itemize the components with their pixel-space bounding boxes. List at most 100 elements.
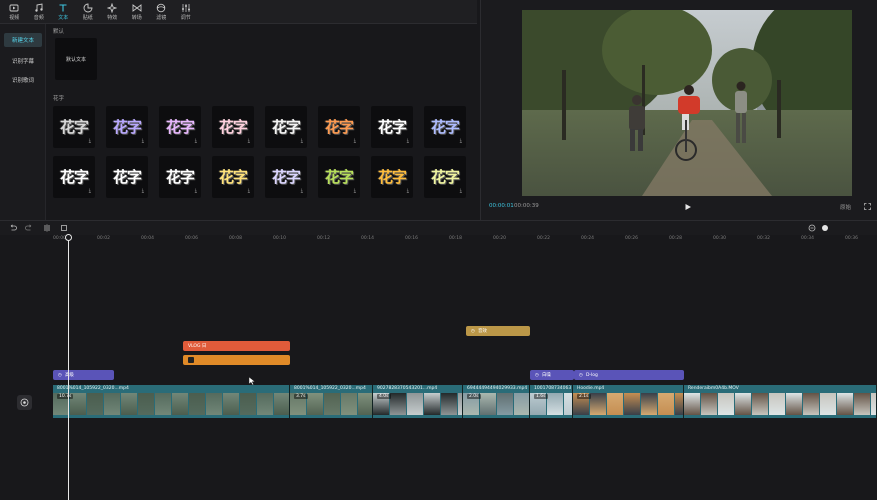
video-segment[interactable]: 8001%014_105922_0320...mp4 10.7s <box>53 385 290 418</box>
download-icon[interactable]: ⤓ <box>407 138 409 144</box>
fancy-text-sample: 花字 <box>430 167 460 186</box>
sticker-icon <box>83 3 93 13</box>
download-icon[interactable]: ⤓ <box>248 188 250 194</box>
toolbar-tab-audio[interactable]: 音频 <box>27 0 52 23</box>
toolbar-tab-text[interactable]: 文本 <box>51 0 76 23</box>
time-ruler[interactable]: 00:00 00:02 00:04 00:06 00:08 00:10 00:12 00:14… <box>0 235 877 245</box>
sidebar-item-recognize-subtitles[interactable]: 识别字幕 <box>4 54 42 68</box>
toolbar-tab-label: 视频 <box>9 15 20 21</box>
download-icon[interactable]: ⤓ <box>354 188 356 194</box>
ruler-tick: 00:24 <box>581 236 594 241</box>
filter-clip-3[interactable]: ◷ D-log <box>574 370 684 380</box>
fancy-text-tile[interactable]: 花字 ⤓ <box>371 156 413 198</box>
segment-filename: Renderaibm0A4b.MOV <box>688 386 739 391</box>
video-segment[interactable]: Renderaibm0A4b.MOV <box>684 385 877 418</box>
download-icon[interactable]: ⤓ <box>460 188 462 194</box>
download-icon[interactable]: ⤓ <box>195 138 197 144</box>
ruler-tick: 00:04 <box>141 236 154 241</box>
fancy-text-tile[interactable]: 花字 ⤓ <box>159 156 201 198</box>
video-preview[interactable] <box>522 10 852 196</box>
segment-thumbnails <box>684 393 876 415</box>
play-icon[interactable] <box>684 203 692 211</box>
toolbar-tab-label: 音频 <box>33 15 44 21</box>
top-toolbar: 视频 音频 文本 贴纸 特效 转场 滤镜 调节 <box>0 0 477 24</box>
video-segment[interactable]: 1001708734063 1.6s <box>530 385 573 418</box>
fancy-text-tile[interactable]: 花字 ⤓ <box>212 156 254 198</box>
fancy-text-tile[interactable]: 花字 ⤓ <box>371 106 413 148</box>
ruler-tick: 00:22 <box>537 236 550 241</box>
download-icon[interactable]: ⤓ <box>195 188 197 194</box>
video-segment[interactable]: 9027828370543201...mp4 4.0s <box>373 385 463 418</box>
segment-duration: 10.7s <box>57 394 74 399</box>
toolbar-tab-filter[interactable]: 滤镜 <box>149 0 174 23</box>
audio-effect-clip[interactable]: ◷ 音效 <box>466 326 530 336</box>
text-icon <box>59 4 67 12</box>
playhead[interactable] <box>68 235 69 500</box>
download-icon[interactable]: ⤓ <box>89 188 91 194</box>
fancy-text-tile[interactable]: 花字 ⤓ <box>318 106 360 148</box>
effects-icon <box>107 3 118 13</box>
download-icon[interactable]: ⤓ <box>301 138 303 144</box>
fancy-text-tile[interactable]: 花字 ⤓ <box>212 106 254 148</box>
fancy-text-tile[interactable]: 花字 ⤓ <box>53 106 95 148</box>
segment-filename: 9027828370543201...mp4 <box>377 386 438 391</box>
current-time: 00:00:01 <box>489 203 514 209</box>
park-scene-image <box>522 10 852 196</box>
fancy-text-tile[interactable]: 花字 ⤓ <box>265 106 307 148</box>
fancy-text-tile[interactable]: 花字 ⤓ <box>53 156 95 198</box>
fancy-text-tile[interactable]: 花字 ⤓ <box>424 106 466 148</box>
filter-clip-1[interactable]: ◷ 高级 <box>53 370 114 380</box>
default-text-tile[interactable]: 默认文本 <box>55 38 97 80</box>
fancy-text-tile[interactable]: 花字 ⤓ <box>265 156 307 198</box>
ruler-tick: 00:16 <box>405 236 418 241</box>
fullscreen-icon[interactable] <box>864 203 871 210</box>
fancy-text-tile[interactable]: 花字 ⤓ <box>106 156 148 198</box>
ruler-tick: 00:10 <box>273 236 286 241</box>
text-panel: 默认 默认文本 花字 花字 ⤓ 花字 ⤓ 花字 ⤓ 花字 ⤓ 花字 ⤓ 花字 ⤓ 花字 ⤓ 花字 ⤓ 花字 ⤓ 花字… <box>46 24 477 220</box>
fancy-text-grid: 花字 ⤓ 花字 ⤓ 花字 ⤓ 花字 ⤓ 花字 ⤓ 花字 ⤓ 花字 ⤓ 花字 ⤓ 花字 ⤓ 花字 ⤓ 花字 ⤓ 花字 ⤓ 花字 ⤓ 花… <box>53 106 466 198</box>
download-icon[interactable]: ⤓ <box>89 138 91 144</box>
fancy-text-tile[interactable]: 花字 ⤓ <box>159 106 201 148</box>
download-icon[interactable]: ⤓ <box>142 188 144 194</box>
clip-icon: ◷ <box>471 328 475 334</box>
toolbar-tab-transition[interactable]: 转场 <box>125 0 150 23</box>
main-video-track: 8001%014_105922_0320...mp4 10.7s 8001%014_… <box>53 385 877 418</box>
redo-icon[interactable] <box>25 224 33 232</box>
toolbar-tab-effects[interactable]: 特效 <box>100 0 125 23</box>
sticker-clip[interactable] <box>183 355 290 365</box>
segment-thumbnails <box>53 393 289 415</box>
ruler-tick: 00:36 <box>845 236 858 241</box>
split-icon[interactable] <box>43 224 51 232</box>
ruler-tick: 00:30 <box>713 236 726 241</box>
download-icon[interactable]: ⤓ <box>407 188 409 194</box>
delete-icon[interactable] <box>60 224 68 232</box>
download-icon[interactable]: ⤓ <box>301 188 303 194</box>
fancy-text-tile[interactable]: 花字 ⤓ <box>318 156 360 198</box>
fancy-text-sample: 花字 <box>112 167 142 186</box>
fancy-text-tile[interactable]: 花字 ⤓ <box>106 106 148 148</box>
playhead-handle[interactable] <box>65 234 72 241</box>
segment-duration: 3.7s <box>294 394 308 399</box>
video-segment[interactable]: 69444494494029933.mp4 2.0s <box>463 385 530 418</box>
filter-clip-2[interactable]: ◷ 白噪 <box>530 370 574 380</box>
aspect-ratio-select[interactable]: 原始 <box>840 203 851 211</box>
video-segment[interactable]: Hoodie.mp4 2.1s <box>573 385 684 418</box>
download-icon[interactable]: ⤓ <box>142 138 144 144</box>
toolbar-tab-sticker[interactable]: 贴纸 <box>76 0 101 23</box>
zoom-out-icon[interactable] <box>808 224 816 232</box>
zoom-slider-icon[interactable] <box>821 224 829 232</box>
video-segment[interactable]: 8001%014_105922_0320...mp4 3.7s <box>290 385 373 418</box>
fancy-text-tile[interactable]: 花字 ⤓ <box>424 156 466 198</box>
undo-icon[interactable] <box>9 224 17 232</box>
cover-button[interactable] <box>17 395 32 410</box>
toolbar-tab-video[interactable]: 视频 <box>2 0 27 23</box>
timeline-tracks: ◷ 音效 VLOG 日 ◷ 高级 ◷ 白噪 ◷ D-log 8001%014_10592… <box>0 245 877 500</box>
download-icon[interactable]: ⤓ <box>248 138 250 144</box>
toolbar-tab-adjust[interactable]: 调节 <box>174 0 199 23</box>
text-clip-vlog[interactable]: VLOG 日 <box>183 341 290 351</box>
download-icon[interactable]: ⤓ <box>354 138 356 144</box>
download-icon[interactable]: ⤓ <box>460 138 462 144</box>
sidebar-item-new-text[interactable]: 新建文本 <box>4 33 42 47</box>
sidebar-item-recognize-lyrics[interactable]: 识别歌词 <box>4 73 42 87</box>
toolbar-tab-label: 贴纸 <box>82 15 93 21</box>
